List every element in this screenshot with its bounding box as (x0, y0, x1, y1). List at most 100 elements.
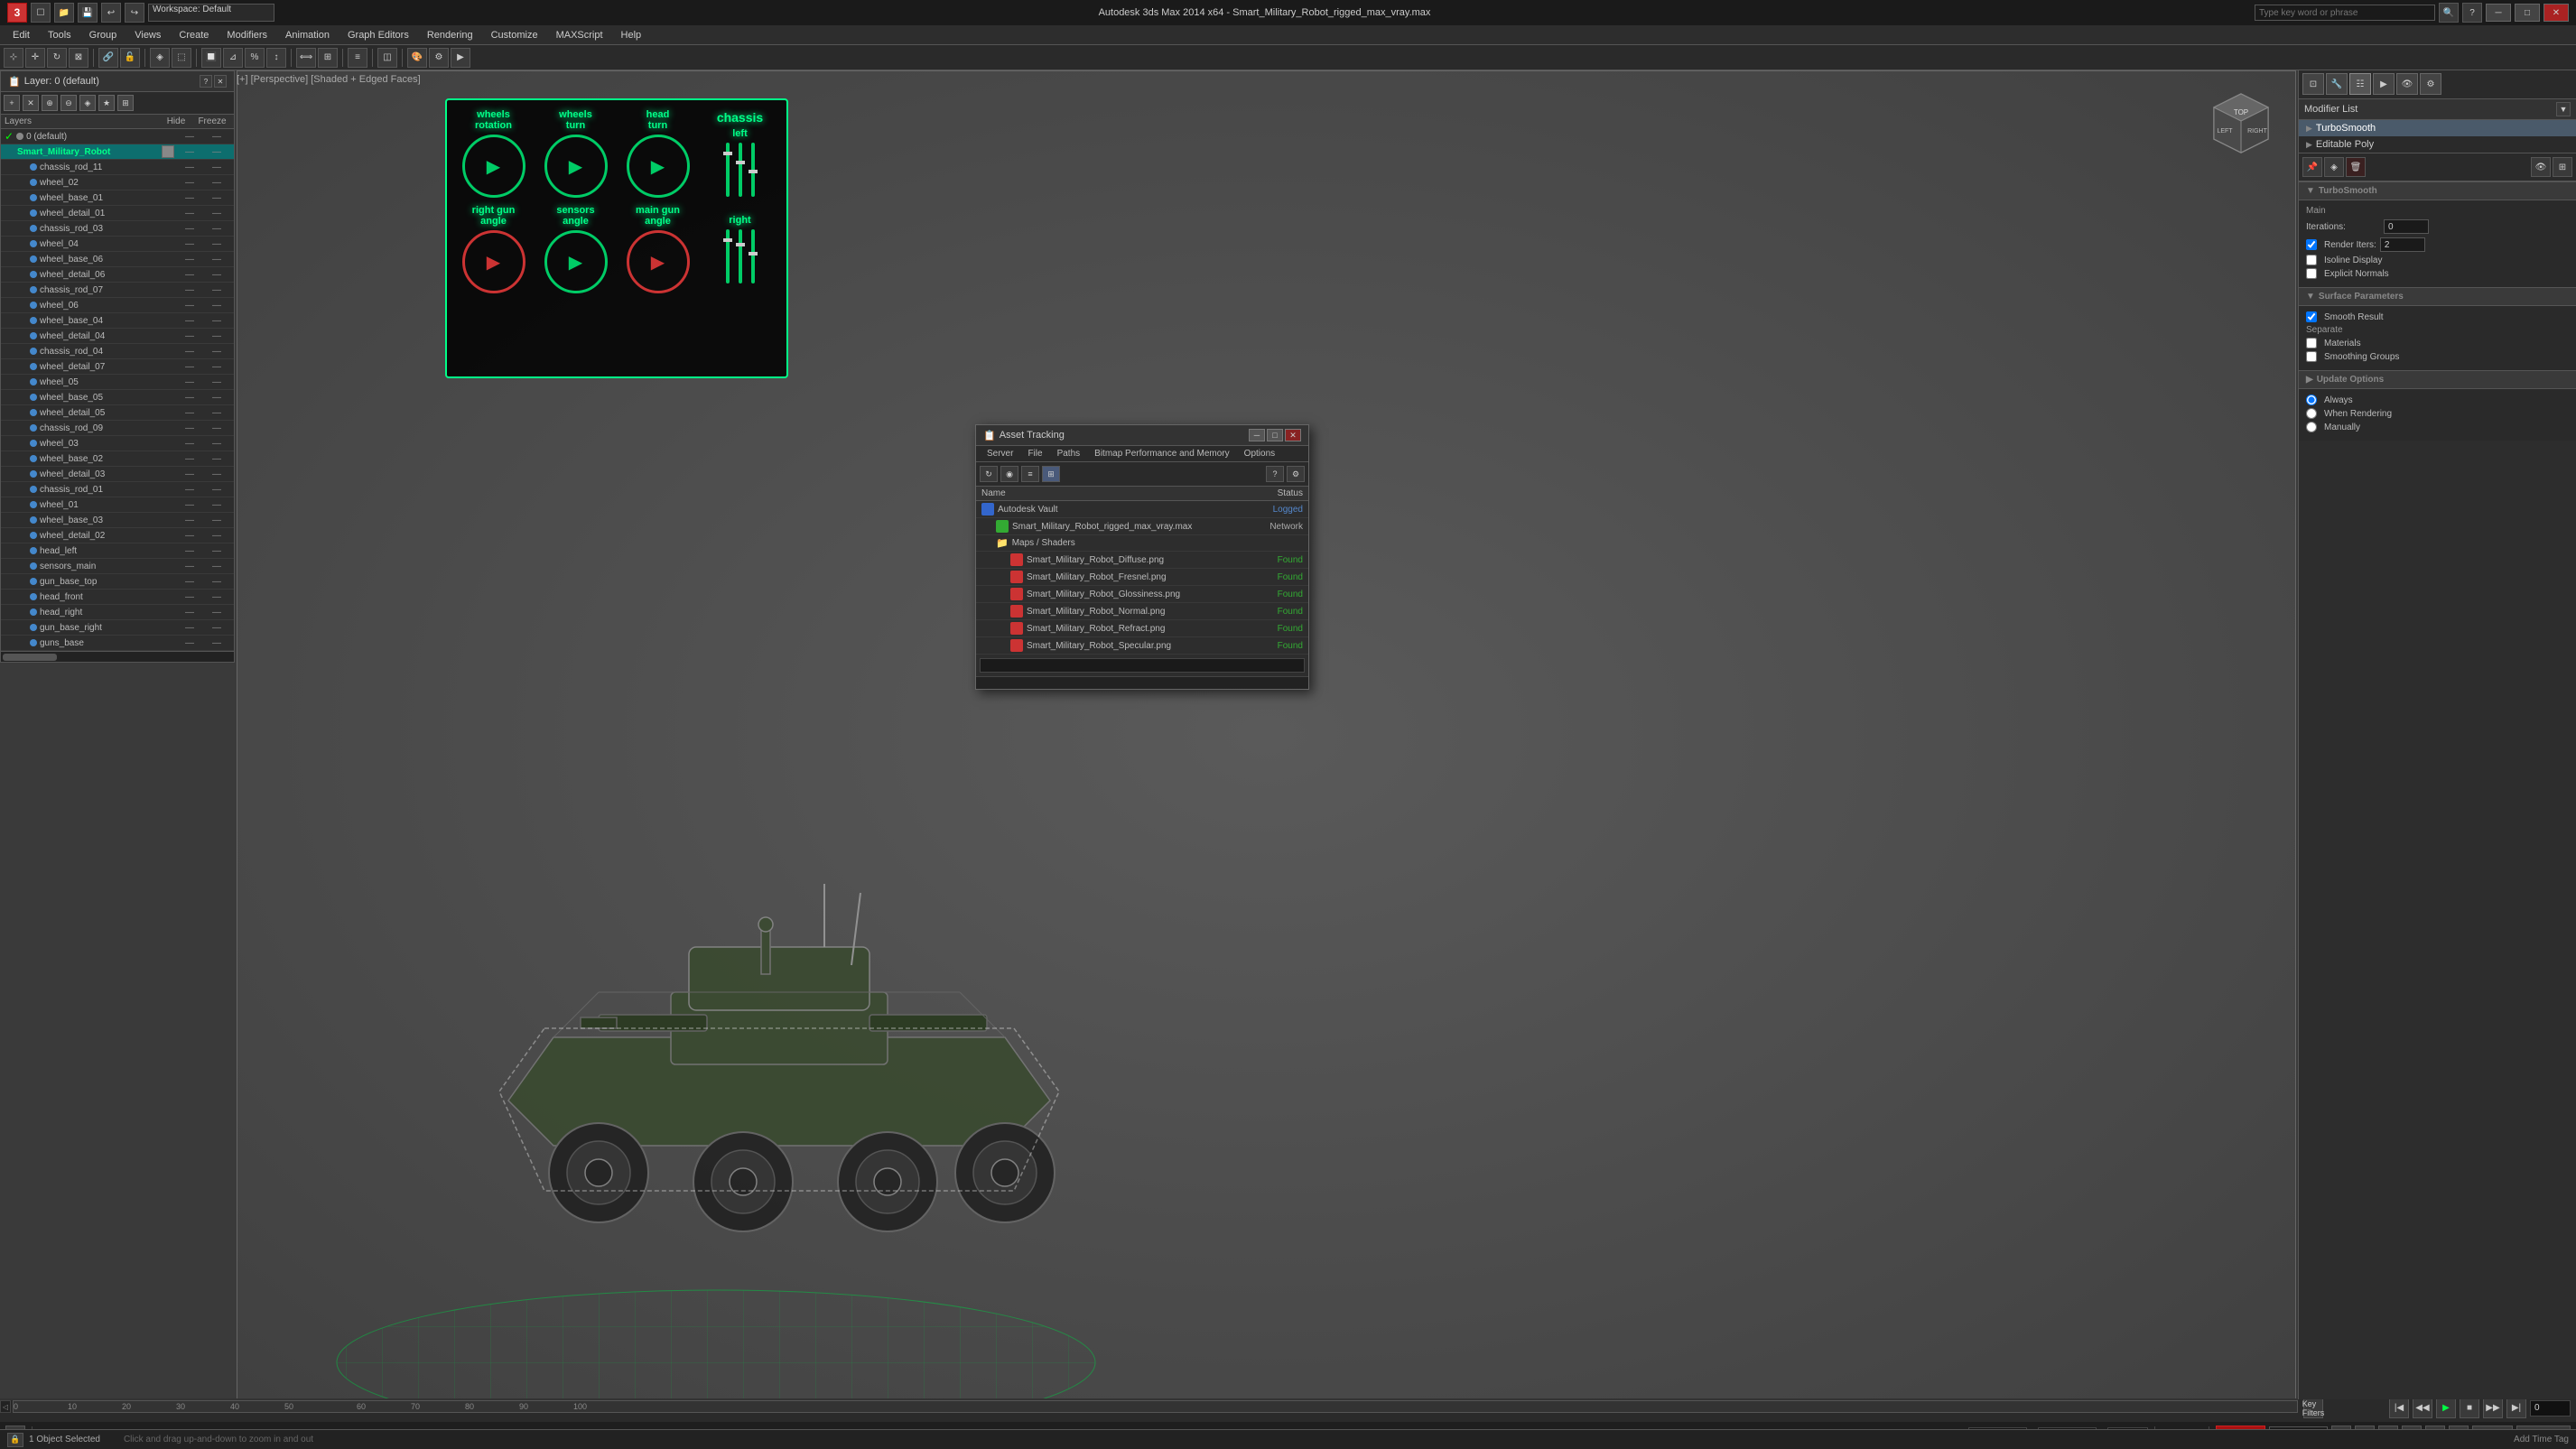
main-gun-angle-btn[interactable]: ▶ (627, 230, 690, 293)
list-item[interactable]: Smart_Military_Robot — — (1, 144, 234, 160)
link-btn[interactable]: 🔗 (98, 48, 118, 68)
list-item[interactable]: head_right —— (1, 605, 234, 620)
tab-motion[interactable]: ▶ (2373, 73, 2395, 95)
merge-btn[interactable]: ⊞ (117, 95, 134, 111)
minimize-btn[interactable]: ─ (2486, 4, 2511, 22)
delete-layer-btn[interactable]: ✕ (23, 95, 39, 111)
close-btn[interactable]: ✕ (2543, 4, 2569, 22)
modifier-editable-poly[interactable]: ▶ Editable Poly (2299, 136, 2576, 153)
next-key-btn[interactable]: ▶▶ (2483, 1398, 2503, 1418)
list-item[interactable]: wheel_06 —— (1, 298, 234, 313)
scale-btn[interactable]: ⊠ (69, 48, 88, 68)
material-editor[interactable]: 🎨 (407, 48, 427, 68)
list-item[interactable]: 📁 Maps / Shaders (976, 535, 1308, 552)
ap-menu-paths[interactable]: Paths (1050, 448, 1088, 460)
menu-rendering[interactable]: Rendering (418, 28, 482, 42)
render-iters-input[interactable] (2380, 237, 2425, 252)
menu-edit[interactable]: Edit (4, 28, 39, 42)
list-item[interactable]: wheel_base_04 —— (1, 313, 234, 329)
asset-close-btn[interactable]: ✕ (1285, 429, 1301, 441)
current-frame-input[interactable] (2530, 1400, 2571, 1416)
list-item[interactable]: Smart_Military_Robot_Normal.png Found (976, 603, 1308, 620)
rotate-btn[interactable]: ↻ (47, 48, 67, 68)
head-turn-btn[interactable]: ▶ (627, 135, 690, 198)
slider3[interactable] (751, 143, 755, 197)
list-item[interactable]: ✓ 0 (default) — — (1, 129, 234, 144)
list-item[interactable]: Smart_Military_Robot_Diffuse.png Found (976, 552, 1308, 569)
help-btn[interactable]: ? (2462, 3, 2482, 23)
ap-settings-btn[interactable]: ⚙ (1287, 466, 1305, 482)
ap-menu-options[interactable]: Options (1237, 448, 1282, 460)
list-item[interactable]: wheel_detail_01 —— (1, 206, 234, 221)
list-item[interactable]: wheel_detail_03 —— (1, 467, 234, 482)
snap-toggle[interactable]: 🔲 (201, 48, 221, 68)
move-btn[interactable]: ✛ (25, 48, 45, 68)
ap-menu-server[interactable]: Server (980, 448, 1020, 460)
tab-display[interactable]: ⊡ (2302, 73, 2324, 95)
list-item[interactable]: Smart_Military_Robot_rigged_max_vray.max… (976, 518, 1308, 535)
list-item[interactable]: gun_base_right —— (1, 620, 234, 636)
modifier-turbosmooth[interactable]: ▶ TurboSmooth (2299, 120, 2576, 136)
menu-graph-editors[interactable]: Graph Editors (339, 28, 418, 42)
slider4[interactable] (726, 229, 730, 283)
save-btn[interactable]: 💾 (78, 3, 98, 23)
lock-btn[interactable]: 🔒 (7, 1433, 23, 1447)
tab-display2[interactable]: 👁 (2396, 73, 2418, 95)
scroll-thumb[interactable] (3, 654, 57, 661)
list-item[interactable]: head_front —— (1, 590, 234, 605)
sensors-angle-btn[interactable]: ▶ (544, 230, 608, 293)
timeline-scrubber[interactable]: 0 10 20 30 40 50 60 70 80 90 100 (13, 1400, 2298, 1413)
list-item[interactable]: sensors_main —— (1, 559, 234, 574)
show-sub-btn[interactable]: ⊞ (2553, 157, 2572, 177)
menu-customize[interactable]: Customize (482, 28, 547, 42)
remove-modifier-btn[interactable]: 🗑 (2346, 157, 2366, 177)
viewport-cube[interactable]: TOP RIGHT LEFT (2205, 89, 2277, 162)
select-layer-btn[interactable]: ◈ (79, 95, 96, 111)
slider1[interactable] (726, 143, 730, 197)
menu-create[interactable]: Create (170, 28, 218, 42)
menu-views[interactable]: Views (126, 28, 170, 42)
list-item[interactable]: gun_base_top —— (1, 574, 234, 590)
smooth-result-check[interactable] (2306, 311, 2317, 322)
list-item[interactable]: chassis_rod_01 —— (1, 482, 234, 497)
slider5[interactable] (739, 229, 742, 283)
unlink-btn[interactable]: 🔓 (120, 48, 140, 68)
list-item[interactable]: wheel_04 —— (1, 237, 234, 252)
prev-key-btn[interactable]: ◀◀ (2413, 1398, 2432, 1418)
isoline-check[interactable] (2306, 255, 2317, 265)
search-btn[interactable]: 🔍 (2439, 3, 2459, 23)
wheels-turn-btn[interactable]: ▶ (544, 135, 608, 198)
mirror-btn[interactable]: ⟺ (296, 48, 316, 68)
slider2[interactable] (739, 143, 742, 197)
key-filters-btn[interactable]: Key Filters (2303, 1398, 2323, 1418)
new-btn[interactable]: ☐ (31, 3, 51, 23)
ap-track-btn[interactable]: ◉ (1000, 466, 1018, 482)
list-item[interactable]: chassis_rod_09 —— (1, 421, 234, 436)
list-item[interactable]: chassis_rod_03 —— (1, 221, 234, 237)
viewport-3d[interactable]: wheelsrotation ▶ wheelsturn ▶ headturn ▶ (237, 70, 2296, 1399)
ap-list-btn[interactable]: ≡ (1021, 466, 1039, 482)
align-btn[interactable]: ⊞ (318, 48, 338, 68)
select-btn[interactable]: ⊹ (4, 48, 23, 68)
add-to-layer-btn[interactable]: ⊕ (42, 95, 58, 111)
list-item[interactable]: wheel_detail_07 —— (1, 359, 234, 375)
remove-from-layer-btn[interactable]: ⊖ (60, 95, 77, 111)
list-item[interactable]: wheel_detail_02 —— (1, 528, 234, 543)
open-btn[interactable]: 📁 (54, 3, 74, 23)
slider6[interactable] (751, 229, 755, 283)
maximize-btn[interactable]: □ (2515, 4, 2540, 22)
stop-btn[interactable]: ■ (2460, 1398, 2479, 1418)
make-unique-btn[interactable]: ◈ (2324, 157, 2344, 177)
list-item[interactable]: chassis_rod_07 —— (1, 283, 234, 298)
list-item[interactable]: Smart_Military_Robot_Specular.png Found (976, 637, 1308, 655)
list-item[interactable]: wheel_base_06 —— (1, 252, 234, 267)
select-filter[interactable]: ◈ (150, 48, 170, 68)
layer-mgr[interactable]: ≡ (348, 48, 367, 68)
list-item[interactable]: wheel_detail_05 —— (1, 405, 234, 421)
manually-radio[interactable] (2306, 422, 2317, 432)
ap-menu-bitmap[interactable]: Bitmap Performance and Memory (1087, 448, 1237, 460)
modifier-options-btn[interactable]: ▼ (2556, 102, 2571, 116)
smoothing-groups-check[interactable] (2306, 351, 2317, 362)
window-cross[interactable]: ⬚ (172, 48, 191, 68)
menu-modifiers[interactable]: Modifiers (218, 28, 276, 42)
